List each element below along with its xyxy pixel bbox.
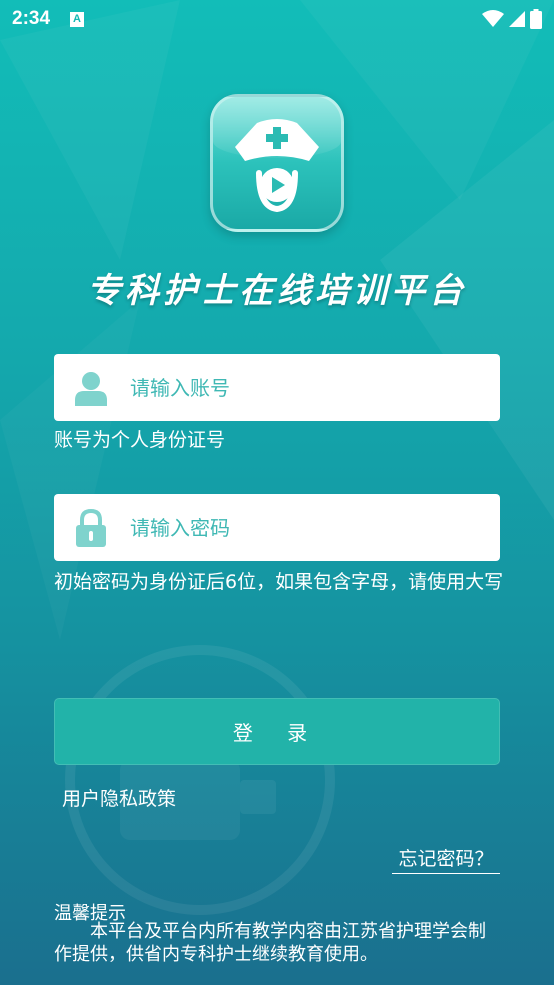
app-title: 专科护士在线培训平台 (87, 271, 467, 311)
password-hint: 初始密码为身份证后6位，如果包含字母，请使用大写 (54, 571, 504, 593)
status-time: 2:34 (12, 8, 51, 29)
nurse-cap-play-logo-icon (235, 119, 319, 213)
forgot-password-link[interactable]: 忘记密码？ (392, 844, 500, 874)
account-hint: 账号为个人身份证号 (54, 429, 226, 451)
tips-body: 本平台及平台内所有教学内容由江苏省护理学会制作提供，供省内专科护士继续教育使用。 (54, 921, 486, 965)
password-input[interactable] (130, 515, 460, 540)
login-button[interactable]: 登 录 (54, 698, 500, 765)
cellular-signal-icon (509, 11, 525, 27)
status-icons (482, 9, 542, 29)
privacy-policy-link[interactable]: 用户隐私政策 (62, 784, 176, 811)
wifi-icon (482, 10, 504, 27)
lock-icon (62, 494, 120, 561)
password-field[interactable] (54, 494, 500, 561)
app-logo (210, 94, 344, 232)
notification-icon: A (70, 11, 85, 27)
user-icon (62, 354, 120, 421)
account-input[interactable] (130, 375, 460, 400)
battery-icon (530, 9, 542, 29)
status-bar: 2:34 A (0, 0, 554, 38)
account-field[interactable] (54, 354, 500, 421)
